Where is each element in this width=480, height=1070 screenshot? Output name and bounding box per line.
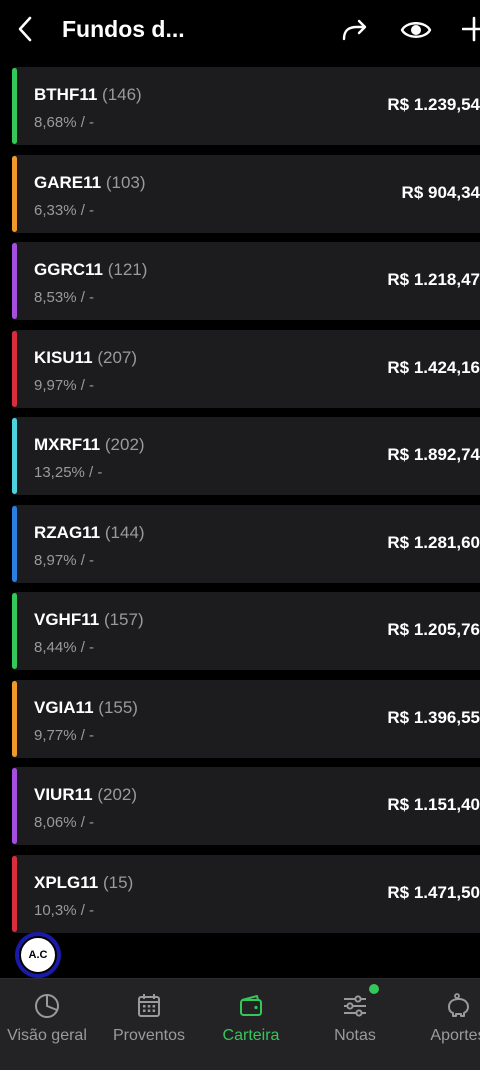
fund-color-bar: [12, 768, 17, 844]
fund-name-line: VGIA11 (155): [34, 698, 138, 718]
back-button[interactable]: [14, 14, 38, 44]
fund-name-line: GGRC11 (121): [34, 260, 147, 280]
share-arrow-icon: [342, 19, 367, 41]
fund-quantity: (15): [103, 872, 134, 892]
fund-value: R$ 904,34: [401, 182, 480, 202]
fund-value: R$ 1.205,76: [387, 620, 480, 639]
fund-percentage: 8,97% / -: [34, 551, 95, 569]
fund-ticker: VGIA11: [34, 697, 94, 717]
fund-name-line: BTHF11 (146): [34, 85, 142, 105]
fund-ticker: RZAG11: [34, 522, 101, 542]
fund-percentage: 8,53% / -: [34, 289, 95, 306]
fund-percentage: 8,68% / -: [34, 114, 95, 131]
fund-name-line: XPLG11 (15): [34, 873, 133, 893]
fund-card[interactable]: KISU11 (207) 9,97% / - R$ 1.424,16: [12, 329, 480, 408]
fund-percentage: 8,44% / -: [34, 639, 95, 656]
fund-value: R$ 1.281,60: [387, 532, 480, 552]
bottom-navigation: Visão geral Proventos Carteira Notas Apo…: [0, 978, 480, 1070]
page-title: Fundos d...: [62, 16, 185, 42]
avatar-badge: A.C: [19, 936, 57, 974]
fund-percentage: 6,33% / -: [34, 201, 95, 219]
fund-value: R$ 1.151,40: [387, 795, 480, 814]
fund-percentage: 9,77% / -: [34, 726, 95, 744]
fund-percentage: 13,25% / -: [34, 464, 103, 481]
add-button[interactable]: [462, 13, 480, 45]
fund-quantity: (157): [103, 610, 144, 629]
fund-value: R$ 1.892,74: [387, 445, 480, 464]
fund-quantity: (155): [98, 697, 138, 717]
fund-quantity: (202): [104, 435, 145, 454]
avatar-text: A.C: [28, 949, 48, 961]
nav-item-visao-geral[interactable]: Visão geral: [0, 979, 97, 1070]
wallet-icon: [240, 995, 262, 1016]
fund-name-line: VGHF11 (157): [34, 610, 144, 630]
fund-percentage: 9,97% / -: [34, 376, 95, 394]
fund-quantity: (202): [97, 785, 138, 804]
fund-color-bar: [12, 855, 17, 932]
fund-value: R$ 1.471,50: [387, 882, 480, 902]
fund-name-line: GARE11 (103): [34, 173, 146, 193]
fund-ticker: KISU11: [34, 347, 93, 367]
fund-color-bar: [12, 155, 17, 232]
chevron-left-icon: [18, 16, 32, 42]
fund-ticker: XPLG11: [34, 872, 99, 892]
fund-ticker: GGRC11: [34, 260, 103, 279]
fund-name-line: KISU11 (207): [34, 348, 137, 368]
fund-value: R$ 1.239,54: [387, 95, 480, 114]
fund-color-bar: [12, 68, 17, 144]
share-button[interactable]: [340, 15, 370, 45]
fund-card[interactable]: GARE11 (103) 6,33% / - R$ 904,34: [12, 154, 480, 233]
fund-name-line: VIUR11 (202): [34, 785, 137, 805]
fund-card[interactable]: BTHF11 (146) 8,68% / - R$ 1.239,54: [12, 67, 480, 145]
fund-color-bar: [12, 680, 17, 757]
fund-percentage: 8,06% / -: [34, 814, 95, 831]
fund-ticker: MXRF11: [34, 435, 101, 454]
fund-name-line: RZAG11 (144): [34, 523, 145, 543]
fund-color-bar: [12, 330, 17, 407]
fund-value: R$ 1.396,55: [387, 707, 480, 727]
sliders-icon: [344, 995, 366, 1017]
fund-value: R$ 1.218,47: [387, 270, 480, 289]
fund-ticker: VGHF11: [34, 610, 100, 629]
top-bar: Fundos d...: [0, 0, 480, 60]
fund-list: BTHF11 (146) 8,68% / - R$ 1.239,54 GARE11 (…: [12, 67, 480, 942]
nav-item-notas[interactable]: Notas: [305, 979, 405, 1070]
fund-name-line: MXRF11 (202): [34, 435, 145, 455]
fund-card[interactable]: XPLG11 (15) 10,3% / - R$ 1.471,50: [12, 854, 480, 933]
avatar[interactable]: A.C: [15, 932, 61, 978]
fund-quantity: (146): [102, 85, 142, 104]
pie-chart-icon: [35, 994, 59, 1018]
fund-quantity: (207): [97, 347, 138, 367]
fund-color-bar: [12, 593, 17, 669]
fund-card[interactable]: RZAG11 (144) 8,97% / - R$ 1.281,60: [12, 504, 480, 583]
nav-item-aportes[interactable]: Aportes: [408, 979, 480, 1070]
notification-dot: [369, 984, 379, 994]
fund-color-bar: [12, 418, 17, 494]
plus-icon: [462, 16, 480, 42]
visibility-toggle-button[interactable]: [400, 15, 432, 45]
eye-icon: [400, 22, 432, 38]
piggy-bank-icon: [448, 993, 469, 1017]
fund-card[interactable]: VIUR11 (202) 8,06% / - R$ 1.151,40: [12, 767, 480, 845]
fund-value: R$ 1.424,16: [387, 357, 480, 377]
fund-ticker: BTHF11: [34, 85, 98, 104]
nav-label-aportes: Aportes: [430, 1027, 480, 1044]
calendar-icon: [138, 994, 160, 1017]
fund-color-bar: [12, 243, 17, 319]
fund-card[interactable]: GGRC11 (121) 8,53% / - R$ 1.218,47: [12, 242, 480, 320]
fund-quantity: (103): [105, 172, 146, 192]
fund-card[interactable]: MXRF11 (202) 13,25% / - R$ 1.892,74: [12, 417, 480, 495]
fund-color-bar: [12, 505, 17, 582]
fund-quantity: (144): [104, 522, 145, 542]
fund-ticker: VIUR11: [34, 785, 93, 804]
nav-item-carteira[interactable]: Carteira: [201, 979, 301, 1070]
fund-percentage: 10,3% / -: [34, 901, 95, 919]
fund-quantity: (121): [107, 260, 148, 279]
nav-item-proventos[interactable]: Proventos: [99, 979, 199, 1070]
fund-card[interactable]: VGIA11 (155) 9,77% / - R$ 1.396,55: [12, 679, 480, 758]
fund-ticker: GARE11: [34, 172, 102, 192]
fund-card[interactable]: VGHF11 (157) 8,44% / - R$ 1.205,76: [12, 592, 480, 670]
